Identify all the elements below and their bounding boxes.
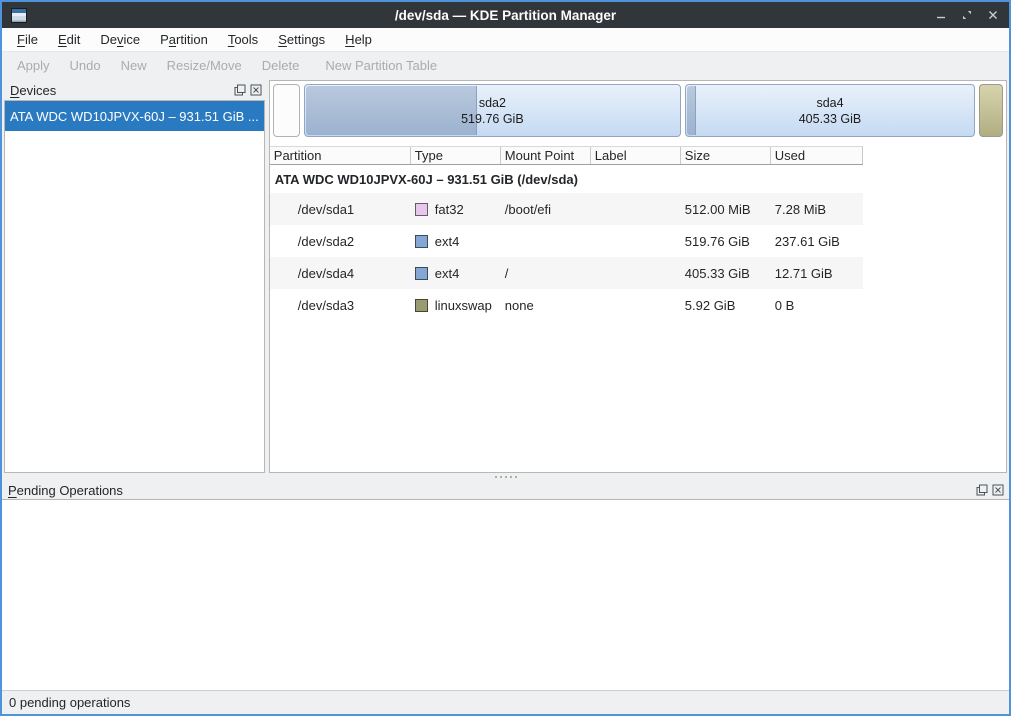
undo-button[interactable]: Undo: [60, 58, 111, 73]
delete-button[interactable]: Delete: [252, 58, 310, 73]
table-row[interactable]: /dev/sda4 ext4 / 405.33 GiB 12.71 GiB: [270, 257, 863, 289]
statusbar: 0 pending operations: [2, 691, 1009, 714]
used: 7.28 MiB: [771, 202, 863, 217]
segment-size: 519.76 GiB: [461, 111, 524, 127]
pending-operations-title: Pending Operations: [8, 483, 975, 498]
fs-color-swatch: [415, 203, 428, 216]
size: 519.76 GiB: [681, 234, 771, 249]
size: 405.33 GiB: [681, 266, 771, 281]
fs-color-swatch: [415, 235, 428, 248]
menu-help[interactable]: Help: [335, 32, 382, 47]
partition-name: /dev/sda3: [270, 298, 411, 313]
partition-bar-segment-sda4[interactable]: sda4405.33 GiB: [685, 84, 975, 137]
fs-type: linuxswap: [435, 298, 492, 313]
new-partition-table-button[interactable]: New Partition Table: [315, 58, 447, 73]
table-row[interactable]: /dev/sda3 linuxswap none 5.92 GiB 0 B: [270, 289, 863, 321]
fs-color-swatch: [415, 299, 428, 312]
used-space-fill: [306, 86, 477, 135]
titlebar: /dev/sda — KDE Partition Manager: [2, 2, 1009, 28]
menu-device[interactable]: Device: [90, 32, 150, 47]
toolbar: Apply Undo New Resize/Move Delete New Pa…: [2, 52, 1009, 78]
fs-type: ext4: [435, 266, 460, 281]
partition-table: Partition Type Mount Point Label Size Us…: [270, 146, 863, 321]
table-row[interactable]: /dev/sda2 ext4 519.76 GiB 237.61 GiB: [270, 225, 863, 257]
column-header-label[interactable]: Label: [591, 147, 681, 164]
window-controls: [934, 8, 1000, 22]
fs-color-swatch: [415, 267, 428, 280]
menu-file[interactable]: File: [7, 32, 48, 47]
horizontal-splitter[interactable]: [2, 473, 1009, 481]
partition-name: /dev/sda1: [270, 202, 411, 217]
mount-point: /: [501, 266, 591, 281]
mount-point: none: [501, 298, 591, 313]
size: 5.92 GiB: [681, 298, 771, 313]
devices-float-button[interactable]: [234, 84, 247, 97]
segment-label: sda2: [461, 95, 524, 111]
devices-panel-header: Devices: [4, 80, 265, 100]
main-area: Devices ATA WDC WD10JPVX-60J – 931.51 Gi…: [2, 78, 1009, 473]
table-row[interactable]: /dev/sda1 fat32 /boot/efi 512.00 MiB 7.2…: [270, 193, 863, 225]
minimize-button[interactable]: [934, 8, 948, 22]
app-window: /dev/sda — KDE Partition Manager File Ed…: [0, 0, 1011, 716]
partition-bar: sda2519.76 GiB sda4405.33 GiB: [273, 84, 1003, 137]
size: 512.00 MiB: [681, 202, 771, 217]
pending-float-button[interactable]: [975, 484, 988, 497]
partition-bar-segment-sda1[interactable]: [273, 84, 300, 137]
pending-operations-header: Pending Operations: [2, 481, 1009, 499]
segment-size: 405.33 GiB: [799, 111, 862, 127]
column-header-size[interactable]: Size: [681, 147, 771, 164]
maximize-button[interactable]: [960, 8, 974, 22]
pending-operations-list: [2, 499, 1009, 691]
window-title: /dev/sda — KDE Partition Manager: [2, 8, 1009, 23]
close-button[interactable]: [986, 8, 1000, 22]
devices-panel: Devices ATA WDC WD10JPVX-60J – 931.51 Gi…: [4, 80, 265, 473]
menubar: File Edit Device Partition Tools Setting…: [2, 28, 1009, 52]
column-header-mount-point[interactable]: Mount Point: [501, 147, 591, 164]
column-header-type[interactable]: Type: [411, 147, 501, 164]
mount-point: /boot/efi: [501, 202, 591, 217]
new-button[interactable]: New: [111, 58, 157, 73]
apply-button[interactable]: Apply: [7, 58, 60, 73]
resize-move-button[interactable]: Resize/Move: [157, 58, 252, 73]
pending-close-button[interactable]: [991, 484, 1004, 497]
device-list-item[interactable]: ATA WDC WD10JPVX-60J – 931.51 GiB ...: [5, 101, 264, 131]
pending-operations-count: 0 pending operations: [9, 695, 130, 710]
column-header-used[interactable]: Used: [771, 147, 863, 164]
app-icon: [11, 8, 27, 23]
menu-partition[interactable]: Partition: [150, 32, 218, 47]
partition-bar-segment-sda2[interactable]: sda2519.76 GiB: [304, 84, 681, 137]
device-group-row[interactable]: ATA WDC WD10JPVX-60J – 931.51 GiB (/dev/…: [270, 165, 863, 193]
used: 12.71 GiB: [771, 266, 863, 281]
partition-name: /dev/sda4: [270, 266, 411, 281]
devices-close-button[interactable]: [250, 84, 263, 97]
devices-panel-title: Devices: [10, 83, 234, 98]
menu-tools[interactable]: Tools: [218, 32, 268, 47]
column-header-partition[interactable]: Partition: [270, 147, 411, 164]
devices-list: ATA WDC WD10JPVX-60J – 931.51 GiB ...: [4, 100, 265, 473]
used-space-fill: [687, 86, 696, 135]
partition-bar-segment-sda3[interactable]: [979, 84, 1003, 137]
used: 237.61 GiB: [771, 234, 863, 249]
fs-type: ext4: [435, 234, 460, 249]
partition-name: /dev/sda2: [270, 234, 411, 249]
fs-type: fat32: [435, 202, 464, 217]
partition-panel: sda2519.76 GiB sda4405.33 GiB Partition …: [269, 80, 1007, 473]
table-header: Partition Type Mount Point Label Size Us…: [270, 146, 863, 165]
used: 0 B: [771, 298, 863, 313]
segment-label: sda4: [799, 95, 862, 111]
menu-settings[interactable]: Settings: [268, 32, 335, 47]
menu-edit[interactable]: Edit: [48, 32, 90, 47]
